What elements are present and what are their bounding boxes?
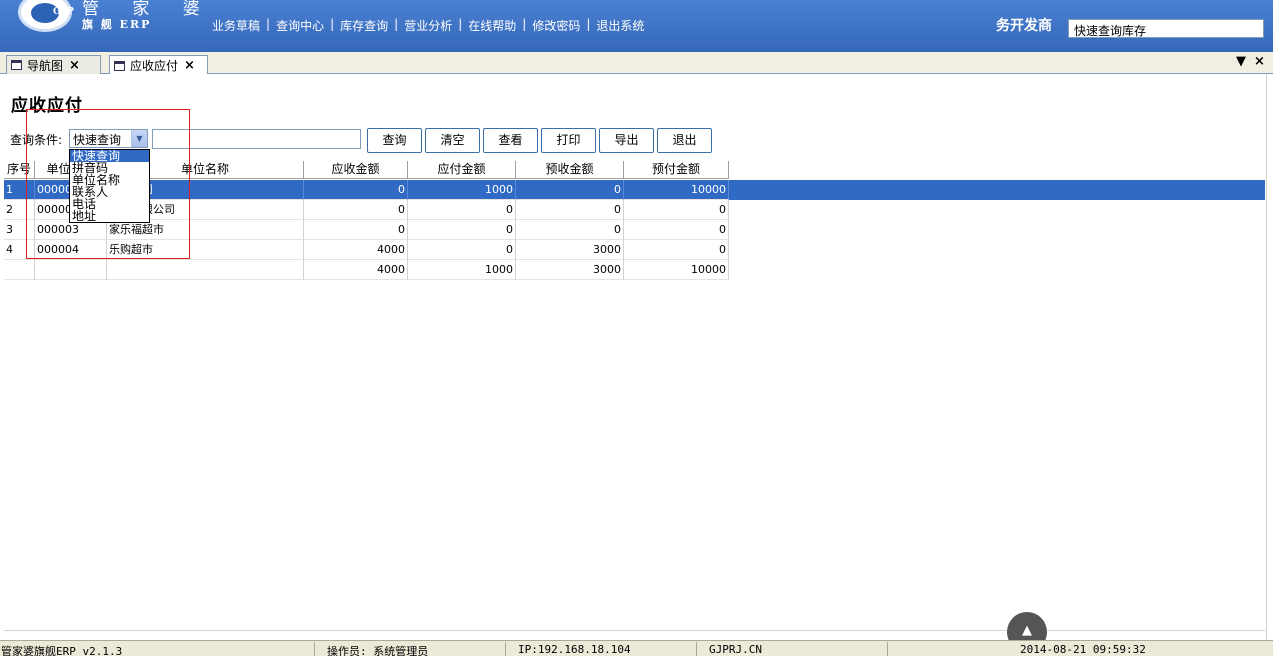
divider <box>4 630 1265 631</box>
table-row[interactable]: 1 000001 贸易公司 0 1000 0 10000 <box>4 180 1265 200</box>
nav-help[interactable]: 在线帮助 <box>468 17 516 34</box>
cell-receivable: 4000 <box>304 240 408 260</box>
col-header[interactable]: 应付金额 <box>408 161 516 179</box>
company-name: 务开发商 <box>996 18 1052 34</box>
window-icon <box>11 60 22 70</box>
print-button[interactable]: 打印 <box>541 128 596 153</box>
total-receivable: 4000 <box>304 260 408 280</box>
cell-payable: 0 <box>408 220 516 240</box>
clear-button[interactable]: 清空 <box>425 128 480 153</box>
cell-adv-pay: 0 <box>624 240 729 260</box>
nav-analysis[interactable]: 营业分析 <box>404 17 452 34</box>
tab-list-icon[interactable]: ▼ <box>1236 54 1246 69</box>
cell-empty <box>4 260 35 280</box>
status-datetime: 2014-08-21 09:59:32 <box>1020 643 1146 656</box>
nav-change-password[interactable]: 修改密码 <box>532 17 580 34</box>
quick-search-input[interactable]: 快速查询库存 <box>1068 19 1264 38</box>
cell-receivable: 0 <box>304 200 408 220</box>
tab-label: 导航图 <box>27 58 64 73</box>
nav-query-center[interactable]: 查询中心 <box>276 17 324 34</box>
logo-text: GJP <box>53 7 75 17</box>
cell-receivable: 0 <box>304 180 408 200</box>
close-icon[interactable]: × <box>184 58 195 73</box>
status-app: 管家婆旗舰ERP v2.1.3 <box>1 645 123 656</box>
export-button[interactable]: 导出 <box>599 128 654 153</box>
nav-drafts[interactable]: 业务草稿 <box>212 17 260 34</box>
grid-header: 序号 单位编号 单位名称 应收金额 应付金额 预收金额 预付金额 <box>4 161 1265 181</box>
top-nav: 业务草稿 | 查询中心 | 库存查询 | 营业分析 | 在线帮助 | 修改密码 | 退出系统 <box>212 17 645 34</box>
total-adv-pay: 10000 <box>624 260 729 280</box>
brand-subtitle: 旗 舰 ERP <box>82 18 152 31</box>
nav-inventory[interactable]: 库存查询 <box>340 17 388 34</box>
cell-adv-recv: 3000 <box>516 240 624 260</box>
table-row[interactable]: 3 000003 家乐福超市 0 0 0 0 <box>4 220 1265 240</box>
totals-row: 4000 1000 3000 10000 <box>4 260 1265 280</box>
close-icon[interactable]: × <box>69 58 80 73</box>
cell-adv-recv: 0 <box>516 200 624 220</box>
cell-empty <box>107 260 304 280</box>
table-row[interactable]: 2 000002 贸易有限公司 0 0 0 0 <box>4 200 1265 220</box>
cell-payable: 0 <box>408 240 516 260</box>
cell-empty <box>35 260 107 280</box>
tab-label: 应收应付 <box>130 59 179 73</box>
cell-payable: 1000 <box>408 180 516 200</box>
view-button[interactable]: 查看 <box>483 128 538 153</box>
cell-payable: 0 <box>408 200 516 220</box>
divider <box>1266 74 1267 640</box>
cell-adv-recv: 0 <box>516 180 624 200</box>
status-operator: 操作员: 系统管理员 <box>327 645 429 656</box>
tab-bar: 导航图 × 应收应付 × ▼ × <box>0 52 1273 75</box>
close-all-icon[interactable]: × <box>1254 54 1265 69</box>
total-adv-recv: 3000 <box>516 260 624 280</box>
highlight-box <box>26 109 190 259</box>
total-payable: 1000 <box>408 260 516 280</box>
query-button[interactable]: 查询 <box>367 128 422 153</box>
window-icon <box>114 60 125 71</box>
tab-receivables[interactable]: 应收应付 × <box>109 55 208 75</box>
exit-button[interactable]: 退出 <box>657 128 712 153</box>
cell-adv-pay: 0 <box>624 220 729 240</box>
nav-exit[interactable]: 退出系统 <box>596 17 644 34</box>
col-header[interactable]: 预付金额 <box>624 161 729 179</box>
col-header[interactable]: 应收金额 <box>304 161 408 179</box>
table-row[interactable]: 4 000004 乐购超市 4000 0 3000 0 <box>4 240 1265 260</box>
cell-adv-pay: 0 <box>624 200 729 220</box>
status-ip: IP:192.168.18.104 <box>518 643 631 656</box>
main-content: 应收应付 查询条件: 快速查询 ▼ 查询 清空 查看 打印 导出 退出 序号 单… <box>0 74 1273 640</box>
status-bar: 管家婆旗舰ERP v2.1.3 操作员: 系统管理员 IP:192.168.18… <box>0 640 1273 656</box>
cell-adv-recv: 0 <box>516 220 624 240</box>
cell-receivable: 0 <box>304 220 408 240</box>
col-header[interactable]: 预收金额 <box>516 161 624 179</box>
app-header: GJP 管 家 婆 旗 舰 ERP 业务草稿 | 查询中心 | 库存查询 | 营业分析… <box>0 0 1273 52</box>
cell-adv-pay: 10000 <box>624 180 729 200</box>
tab-navigation[interactable]: 导航图 × <box>6 55 101 74</box>
status-site: GJPRJ.CN <box>709 643 762 656</box>
logo: GJP <box>18 0 75 32</box>
